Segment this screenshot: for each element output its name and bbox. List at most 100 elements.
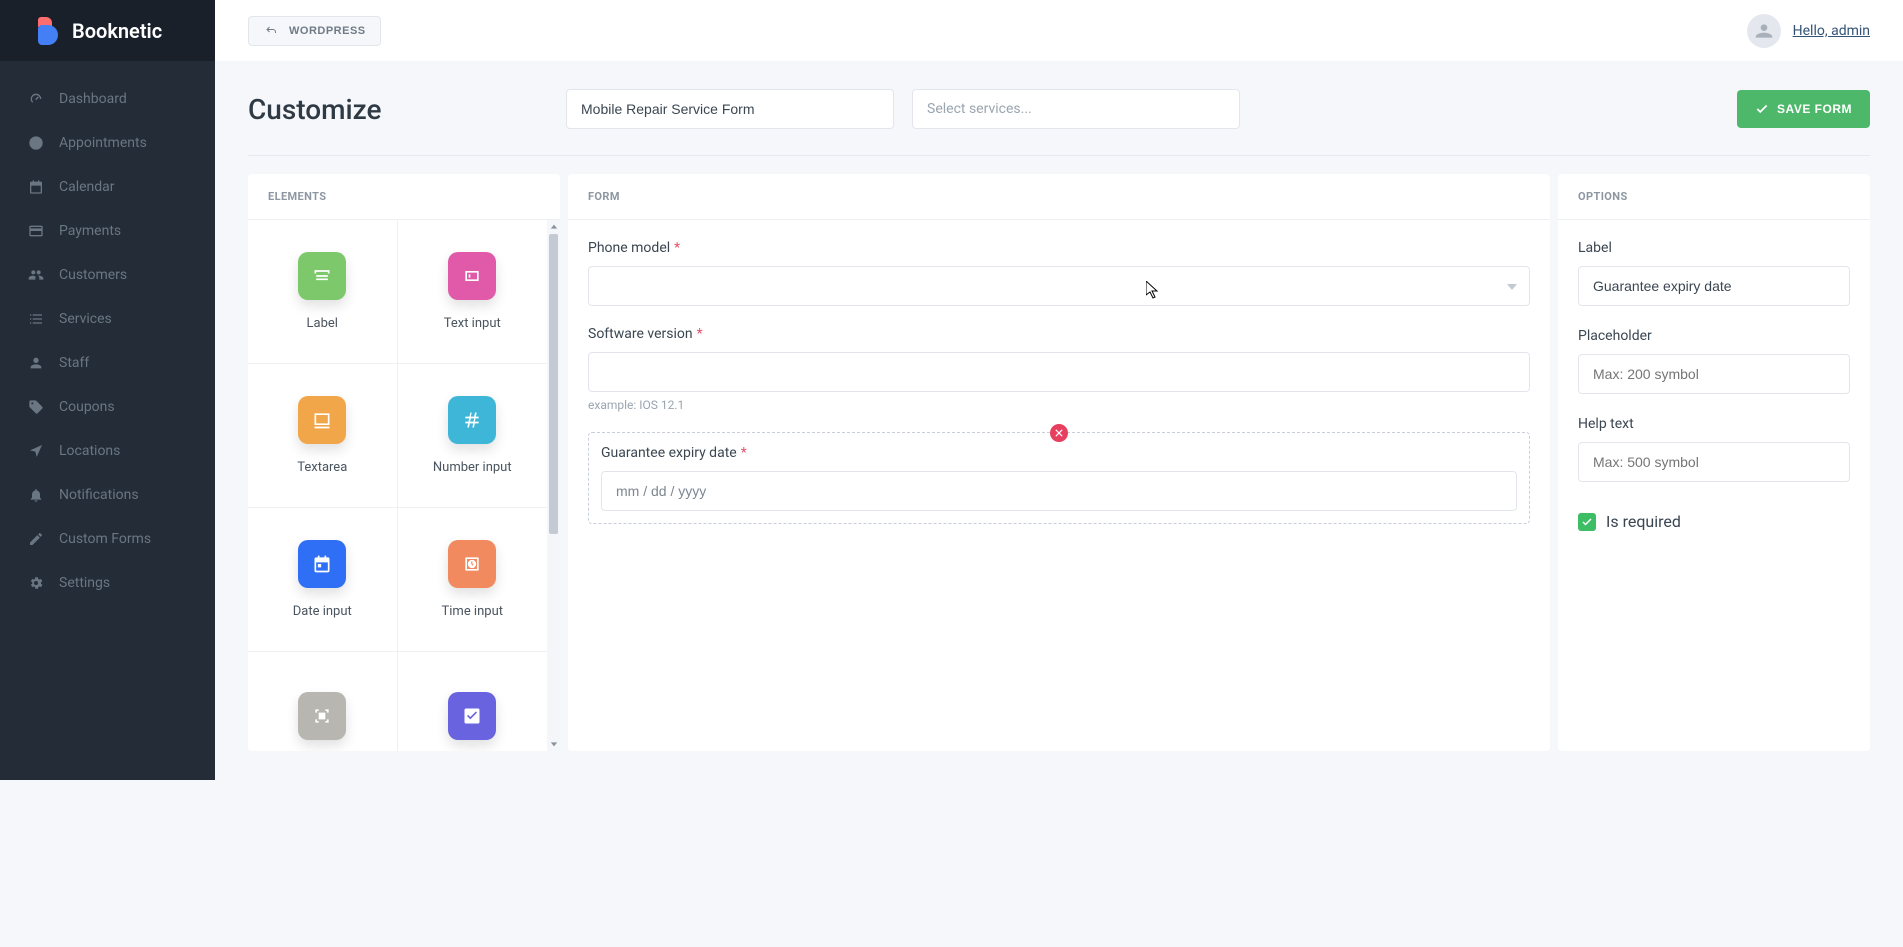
sidebar-item-label: Locations bbox=[59, 443, 120, 459]
required-star-icon: * bbox=[674, 240, 680, 256]
option-placeholder-text: Placeholder bbox=[1578, 328, 1850, 344]
back-to-wordpress-button[interactable]: WORDPRESS bbox=[248, 16, 381, 46]
remove-field-button[interactable] bbox=[1050, 424, 1068, 442]
clock-icon bbox=[28, 135, 44, 151]
options-body: Label Placeholder Help text bbox=[1558, 220, 1870, 551]
scrollbar-thumb[interactable] bbox=[549, 234, 558, 534]
option-placeholder: Placeholder bbox=[1578, 328, 1850, 394]
required-star-icon: * bbox=[697, 326, 703, 342]
element-label-text: Textarea bbox=[297, 460, 347, 475]
scroll-down-icon[interactable] bbox=[547, 737, 560, 751]
card-icon bbox=[28, 223, 44, 239]
elements-scroll: Label Text input Textarea bbox=[248, 220, 560, 751]
element-date-input[interactable]: Date input bbox=[248, 508, 398, 652]
element-checkbox[interactable] bbox=[398, 652, 548, 751]
sidebar-item-label: Calendar bbox=[59, 179, 115, 195]
field-label: Software version * bbox=[588, 326, 1530, 342]
element-label-text: Number input bbox=[433, 460, 512, 475]
location-arrow-icon bbox=[28, 443, 44, 459]
sidebar-item-label: Custom Forms bbox=[59, 531, 151, 547]
time-icon bbox=[448, 540, 496, 588]
content: ELEMENTS Label Text bbox=[215, 156, 1903, 773]
element-text-input[interactable]: Text input bbox=[398, 220, 548, 364]
sidebar-item-customers[interactable]: Customers bbox=[0, 253, 215, 297]
form-field-phone-model[interactable]: Phone model * bbox=[588, 240, 1530, 306]
element-time-input[interactable]: Time input bbox=[398, 508, 548, 652]
element-textarea[interactable]: Textarea bbox=[248, 364, 398, 508]
element-label-text: Label bbox=[307, 316, 338, 331]
sidebar-item-notifications[interactable]: Notifications bbox=[0, 473, 215, 517]
required-star-icon: * bbox=[741, 445, 747, 461]
select-icon bbox=[298, 692, 346, 740]
option-helptext: Help text bbox=[1578, 416, 1850, 482]
page-header: Customize Select services... SAVE FORM bbox=[215, 61, 1903, 129]
option-helptext-input[interactable] bbox=[1578, 442, 1850, 482]
tag-icon bbox=[28, 399, 44, 415]
date-icon bbox=[298, 540, 346, 588]
element-select[interactable] bbox=[248, 652, 398, 751]
avatar bbox=[1747, 14, 1781, 48]
logo[interactable]: Booknetic bbox=[0, 0, 215, 61]
sidebar-item-payments[interactable]: Payments bbox=[0, 209, 215, 253]
form-name-input[interactable] bbox=[566, 89, 894, 129]
sidebar-item-calendar[interactable]: Calendar bbox=[0, 165, 215, 209]
option-label: Label bbox=[1578, 240, 1850, 306]
form-field-software-version[interactable]: Software version * example: IOS 12.1 bbox=[588, 326, 1530, 412]
elements-grid: Label Text input Textarea bbox=[248, 220, 547, 751]
text-input-icon bbox=[448, 252, 496, 300]
main: WORDPRESS Hello, admin Customize Select … bbox=[215, 0, 1903, 780]
calendar-icon bbox=[28, 179, 44, 195]
form-panel: FORM Phone model * bbox=[568, 174, 1550, 751]
form-body: Phone model * Software version bbox=[568, 220, 1550, 544]
scroll-up-icon[interactable] bbox=[547, 220, 560, 234]
form-field-guarantee-expiry[interactable]: Guarantee expiry date * bbox=[588, 432, 1530, 524]
element-label[interactable]: Label bbox=[248, 220, 398, 364]
element-label-text: Text input bbox=[444, 316, 501, 331]
sidebar-item-services[interactable]: Services bbox=[0, 297, 215, 341]
user-icon bbox=[28, 355, 44, 371]
services-select[interactable]: Select services... bbox=[912, 89, 1240, 129]
services-placeholder: Select services... bbox=[927, 101, 1032, 117]
sidebar-item-label: Services bbox=[59, 311, 112, 327]
sidebar-item-forms[interactable]: Custom Forms bbox=[0, 517, 215, 561]
sidebar-item-dashboard[interactable]: Dashboard bbox=[0, 77, 215, 121]
sidebar-item-appointments[interactable]: Appointments bbox=[0, 121, 215, 165]
topbar: WORDPRESS Hello, admin bbox=[215, 0, 1903, 61]
option-required-label: Is required bbox=[1606, 512, 1681, 531]
sidebar-item-label: Dashboard bbox=[59, 91, 127, 107]
panel-header-options: OPTIONS bbox=[1558, 174, 1870, 220]
pen-icon bbox=[28, 531, 44, 547]
user-area[interactable]: Hello, admin bbox=[1747, 14, 1870, 48]
bell-icon bbox=[28, 487, 44, 503]
option-label-text: Label bbox=[1578, 240, 1850, 256]
sidebar: Booknetic Dashboard Appointments Calenda… bbox=[0, 0, 215, 780]
field-input[interactable] bbox=[588, 266, 1530, 306]
chevron-down-icon bbox=[1507, 278, 1517, 294]
field-input[interactable] bbox=[601, 471, 1517, 511]
sidebar-item-label: Payments bbox=[59, 223, 121, 239]
save-label: SAVE FORM bbox=[1777, 102, 1852, 116]
field-help-text: example: IOS 12.1 bbox=[588, 398, 1530, 412]
element-label-text: Time input bbox=[442, 604, 504, 619]
field-label: Phone model * bbox=[588, 240, 1530, 256]
gear-icon bbox=[28, 575, 44, 591]
sidebar-item-staff[interactable]: Staff bbox=[0, 341, 215, 385]
sidebar-item-coupons[interactable]: Coupons bbox=[0, 385, 215, 429]
option-helptext-text: Help text bbox=[1578, 416, 1850, 432]
field-label: Guarantee expiry date * bbox=[601, 445, 1517, 461]
sidebar-item-label: Notifications bbox=[59, 487, 139, 503]
option-required-checkbox[interactable]: Is required bbox=[1578, 512, 1850, 531]
option-placeholder-input[interactable] bbox=[1578, 354, 1850, 394]
sidebar-item-label: Appointments bbox=[59, 135, 147, 151]
field-input[interactable] bbox=[588, 352, 1530, 392]
elements-panel: ELEMENTS Label Text bbox=[248, 174, 560, 751]
sidebar-item-settings[interactable]: Settings bbox=[0, 561, 215, 605]
page-title: Customize bbox=[248, 93, 548, 126]
option-label-input[interactable] bbox=[1578, 266, 1850, 306]
elements-scrollbar[interactable] bbox=[547, 220, 560, 751]
check-icon bbox=[1578, 513, 1596, 531]
sidebar-item-locations[interactable]: Locations bbox=[0, 429, 215, 473]
user-link[interactable]: Hello, admin bbox=[1793, 23, 1870, 39]
save-form-button[interactable]: SAVE FORM bbox=[1737, 90, 1870, 128]
element-number-input[interactable]: Number input bbox=[398, 364, 548, 508]
